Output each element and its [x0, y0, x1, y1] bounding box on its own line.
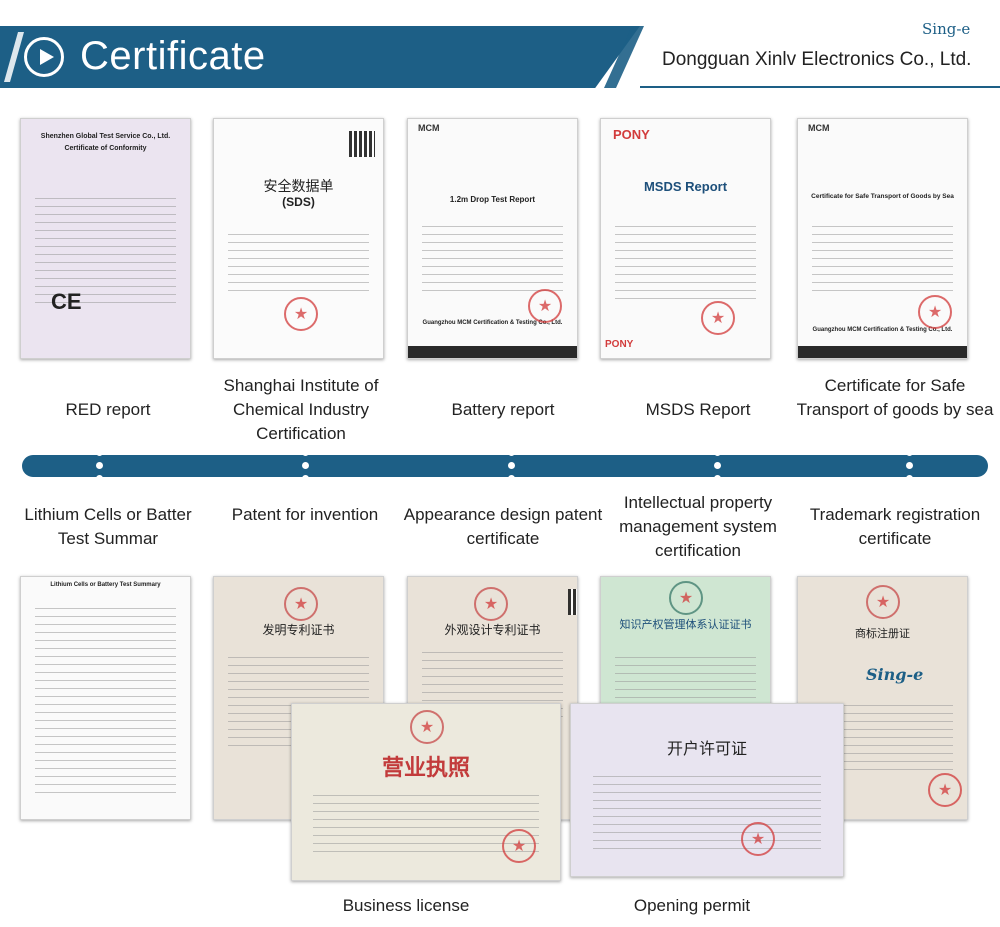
card-text-lines: [811, 219, 954, 292]
label-trademark: Trademark registration certificate: [809, 505, 981, 548]
pony-footer-logo: PONY: [605, 339, 634, 350]
card-title: 开户许可证: [666, 740, 747, 758]
card-text-lines: [227, 226, 370, 299]
card-title: 安全数据单: [263, 178, 334, 195]
card-title: MSDS Report: [643, 178, 728, 194]
label-ip-management: Intellectual property management system …: [619, 493, 777, 560]
card-text-lines: [34, 601, 177, 795]
card-text-lines: [592, 769, 822, 852]
red-seal-icon: [701, 301, 735, 335]
brand-logo: Sing-e: [922, 17, 970, 39]
patent-emblem-icon: [474, 587, 508, 621]
trademark-logo: Sing-e: [866, 665, 924, 684]
card-title: 1.2m Drop Test Report: [449, 195, 536, 205]
timeline-dot: [508, 462, 515, 469]
certificate-card-battery-report[interactable]: MCM 1.2m Drop Test Report Guangzhou MCM …: [407, 118, 578, 359]
card-footer-strip: [798, 346, 967, 358]
play-circle-icon: [24, 37, 64, 77]
qr-code-icon: [568, 589, 577, 615]
certificate-card-red-report[interactable]: Shenzhen Global Test Service Co., Ltd. C…: [20, 118, 191, 359]
timeline-dot: [714, 449, 721, 456]
certificate-card-lithium-summary[interactable]: Lithium Cells or Battery Test Summary: [20, 576, 191, 820]
card-text-lines: [421, 219, 564, 292]
card-title: Certificate of Conformity: [64, 145, 147, 153]
card-title: 外观设计专利证书: [444, 622, 541, 637]
label-sds: Shanghai Institute of Chemical Industry …: [223, 376, 379, 443]
card-title: 发明专利证书: [262, 622, 335, 637]
label-red-report: RED report: [65, 400, 151, 419]
mcm-logo: MCM: [808, 123, 830, 133]
national-emblem-icon: [410, 710, 444, 744]
label-opening-permit: Opening permit: [633, 896, 751, 915]
card-text-lines: [614, 219, 757, 306]
certificate-card-sds[interactable]: 安全数据单 (SDS): [213, 118, 384, 359]
red-seal-icon: [741, 822, 775, 856]
card-head: (SDS): [282, 195, 315, 210]
certificate-card-business-license[interactable]: 营业执照: [291, 703, 561, 881]
mcm-logo: MCM: [418, 123, 440, 133]
timeline-bar: [22, 455, 988, 477]
timeline-dot: [302, 462, 309, 469]
timeline-dot: [906, 462, 913, 469]
label-lithium-test-summary: Lithium Cells or Batter Test Summar: [24, 505, 192, 548]
label-battery-report: Battery report: [451, 400, 555, 419]
timeline-dot: [906, 475, 913, 482]
timeline-dot: [906, 449, 913, 456]
timeline-dot: [508, 475, 515, 482]
card-title: Lithium Cells or Battery Test Summary: [50, 581, 161, 588]
page-title: Certificate: [80, 34, 266, 78]
certificate-card-opening-permit[interactable]: 开户许可证: [570, 703, 844, 877]
red-seal-icon: [928, 773, 962, 807]
card-title: 商标注册证: [855, 628, 910, 641]
timeline-dot: [302, 449, 309, 456]
patent-emblem-icon: [284, 587, 318, 621]
certificate-card-msds[interactable]: PONY MSDS Report PONY: [600, 118, 771, 359]
label-sea-transport: Certificate for Safe Transport of goods …: [796, 376, 994, 419]
company-name: Dongguan Xinlv Electronics Co., Ltd.: [662, 49, 972, 70]
timeline-dot: [96, 462, 103, 469]
red-seal-icon: [502, 829, 536, 863]
timeline-dot: [96, 475, 103, 482]
card-title: Certificate for Safe Transport of Goods …: [811, 193, 954, 201]
label-invention-patent: Patent for invention: [231, 505, 379, 524]
national-emblem-icon: [866, 585, 900, 619]
label-business-license: Business license: [342, 896, 470, 915]
timeline-dot: [302, 475, 309, 482]
certificate-card-sea-transport[interactable]: MCM Certificate for Safe Transport of Go…: [797, 118, 968, 359]
card-head: Shenzhen Global Test Service Co., Ltd.: [40, 133, 171, 141]
red-seal-icon: [918, 295, 952, 329]
timeline-dot: [714, 475, 721, 482]
timeline-dot: [508, 449, 515, 456]
brand-logo-text: Sing-e: [922, 20, 971, 38]
card-title: 营业执照: [381, 754, 470, 780]
header-rule: [640, 86, 1000, 88]
label-design-patent: Appearance design patent certificate: [403, 505, 603, 548]
card-title: 知识产权管理体系认证证书: [619, 618, 752, 631]
qr-code-icon: [349, 131, 375, 157]
timeline-dot: [714, 462, 721, 469]
ce-mark: CE: [51, 289, 82, 314]
timeline-dot: [96, 449, 103, 456]
red-seal-icon: [284, 297, 318, 331]
red-seal-icon: [528, 289, 562, 323]
card-footer-strip: [408, 346, 577, 358]
cert-emblem-icon: [669, 581, 703, 615]
label-msds-report: MSDS Report: [645, 400, 751, 419]
pony-logo: PONY: [613, 127, 650, 142]
